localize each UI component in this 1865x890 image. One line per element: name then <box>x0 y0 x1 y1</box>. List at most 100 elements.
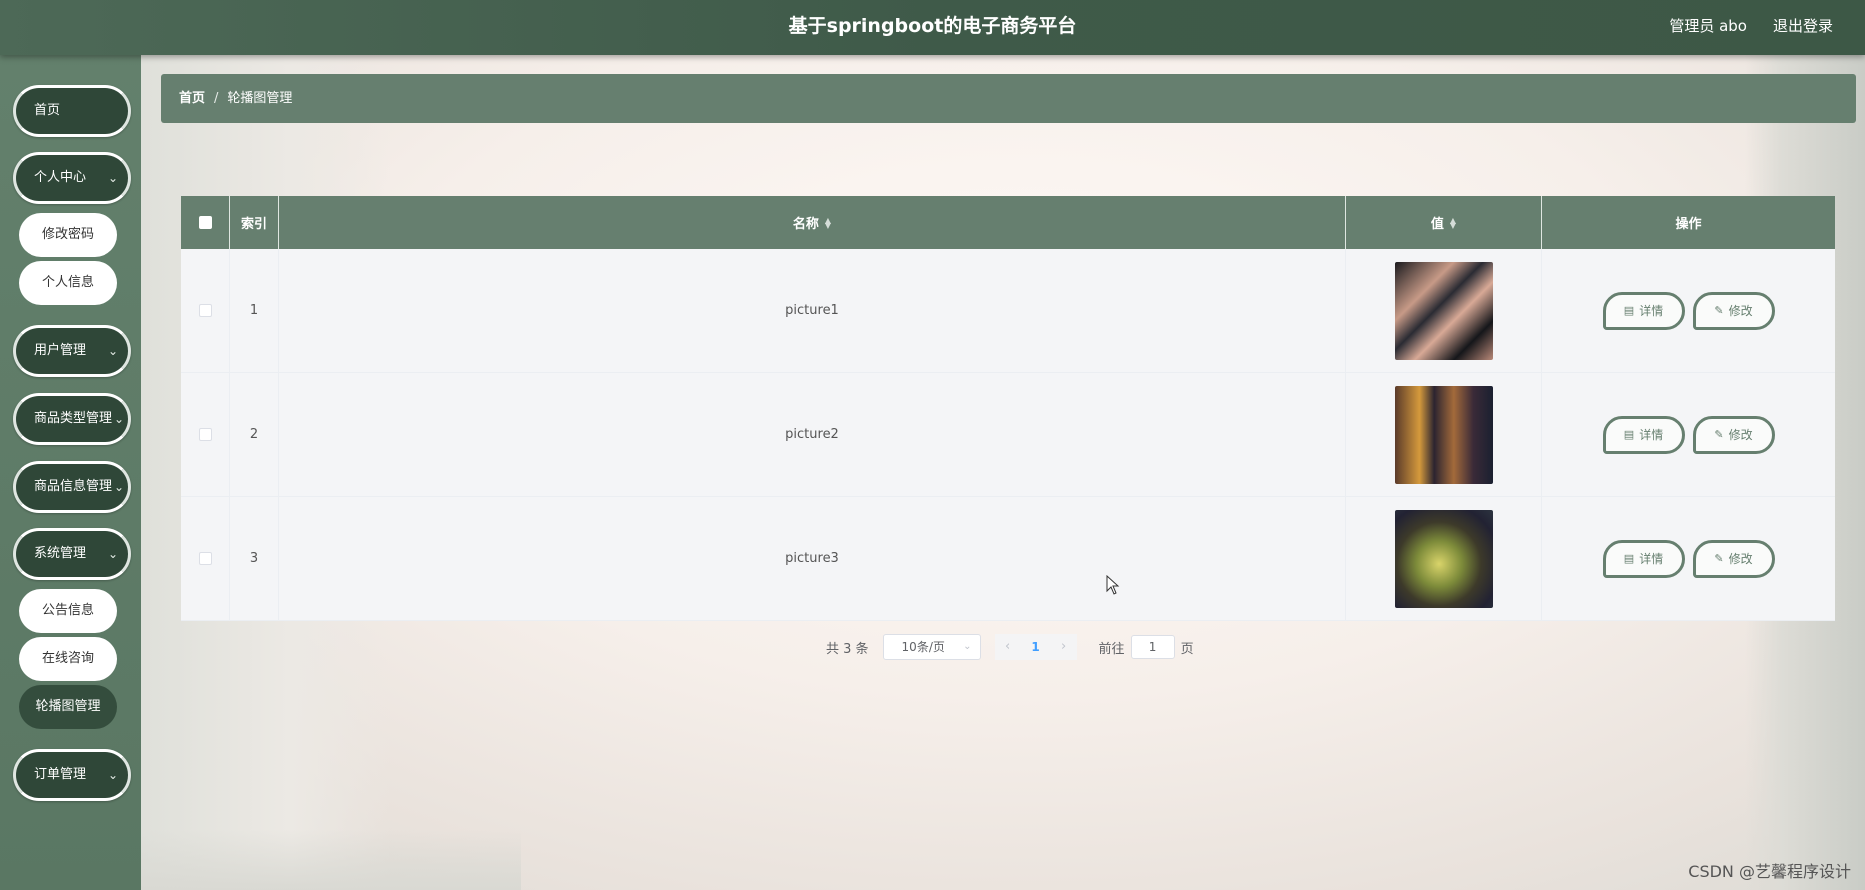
row-select[interactable] <box>181 373 230 496</box>
background-floor <box>141 830 521 890</box>
prev-page-button[interactable]: ‹ <box>994 634 1021 660</box>
sidebar-item-label: 修改密码 <box>41 227 94 242</box>
row-actions: ▤ 详情 ✎ 修改 <box>1542 373 1835 496</box>
carousel-image-thumbnail[interactable] <box>1394 261 1493 360</box>
edit-label: 修改 <box>1728 428 1753 442</box>
row-actions: ▤ 详情 ✎ 修改 <box>1542 497 1835 620</box>
detail-label: 详情 <box>1639 552 1664 566</box>
table-row: 3 picture3 ▤ 详情 ✎ 修改 <box>181 497 1835 621</box>
sidebar-item-label: 轮播图管理 <box>35 699 101 714</box>
edit-button[interactable]: ✎ 修改 <box>1692 415 1775 454</box>
chevron-right-icon: › <box>1060 639 1067 654</box>
top-header: 基于springboot的电子商务平台 管理员 abo 退出登录 <box>0 0 1865 55</box>
goto-page-input[interactable] <box>1130 635 1175 659</box>
goto-suffix: 页 <box>1180 641 1194 657</box>
app-title: 基于springboot的电子商务平台 <box>788 15 1077 37</box>
sidebar-subitem-online-consult[interactable]: 在线咨询 <box>19 637 117 681</box>
edit-button[interactable]: ✎ 修改 <box>1692 539 1775 578</box>
page-size-value: 10条/页 <box>901 640 945 654</box>
detail-button[interactable]: ▤ 详情 <box>1602 415 1685 454</box>
row-index: 3 <box>230 497 279 620</box>
column-header-label: 索引 <box>240 217 267 232</box>
header-index: 索引 <box>230 196 279 249</box>
row-select[interactable] <box>181 497 230 620</box>
row-actions: ▤ 详情 ✎ 修改 <box>1542 249 1835 372</box>
header-name[interactable]: 名称 ▲ ▼ <box>279 196 1346 249</box>
document-icon: ▤ <box>1623 552 1635 565</box>
edit-label: 修改 <box>1728 304 1753 318</box>
goto-prefix: 前往 <box>1098 641 1125 657</box>
column-header-label: 操作 <box>1675 217 1702 232</box>
header-actions: 操作 <box>1542 196 1835 249</box>
row-select[interactable] <box>181 249 230 372</box>
logout-button[interactable]: 退出登录 <box>1773 0 1833 52</box>
sidebar-subitem-announcements[interactable]: 公告信息 <box>19 589 117 633</box>
watermark: CSDN @艺馨程序设计 <box>1688 862 1851 881</box>
sidebar-subitem-carousel-management[interactable]: 轮播图管理 <box>19 685 117 729</box>
column-header-label: 名称 <box>792 217 819 232</box>
edit-button[interactable]: ✎ 修改 <box>1692 291 1775 330</box>
detail-label: 详情 <box>1639 304 1664 318</box>
admin-user-label: 管理员 abo <box>1669 17 1747 35</box>
sidebar: 首页 个人中心 ⌄ 修改密码 个人信息 用户管理 ⌄ 商品类型管理 ⌄ 商品信息… <box>0 55 141 890</box>
row-name: picture2 <box>279 373 1346 496</box>
row-name: picture1 <box>279 249 1346 372</box>
row-checkbox[interactable] <box>198 428 212 441</box>
chevron-down-icon: ⌄ <box>963 641 972 652</box>
breadcrumb-current: 轮播图管理 <box>227 91 293 106</box>
document-icon: ▤ <box>1623 428 1635 441</box>
select-all-checkbox[interactable] <box>198 216 212 229</box>
sort-icon[interactable]: ▲ ▼ <box>825 216 831 229</box>
pencil-icon: ✎ <box>1714 552 1724 565</box>
sidebar-item-system-management[interactable]: 系统管理 ⌄ <box>13 528 131 580</box>
row-index: 2 <box>230 373 279 496</box>
sidebar-item-product-info-management[interactable]: 商品信息管理 ⌄ <box>13 461 131 513</box>
header-select-all[interactable] <box>181 196 230 249</box>
sidebar-subitem-change-password[interactable]: 修改密码 <box>19 213 117 257</box>
sidebar-item-label: 首页 <box>34 103 61 118</box>
detail-label: 详情 <box>1639 428 1664 442</box>
chevron-down-icon: ⌄ <box>113 480 124 494</box>
row-name: picture3 <box>279 497 1346 620</box>
pagination-total: 共 3 条 <box>826 641 869 657</box>
header-value[interactable]: 值 ▲ ▼ <box>1346 196 1542 249</box>
table-header: 索引 名称 ▲ ▼ 值 ▲ ▼ 操作 <box>181 196 1835 249</box>
row-value <box>1346 373 1542 496</box>
carousel-image-thumbnail[interactable] <box>1394 509 1493 608</box>
page-size-select[interactable]: 10条/页 ⌄ <box>882 634 981 660</box>
page-number-current[interactable]: 1 <box>1020 634 1051 660</box>
column-header-label: 值 <box>1430 217 1444 232</box>
sidebar-item-product-type-management[interactable]: 商品类型管理 ⌄ <box>13 393 131 445</box>
detail-button[interactable]: ▤ 详情 <box>1602 539 1685 578</box>
detail-button[interactable]: ▤ 详情 <box>1602 291 1685 330</box>
row-checkbox[interactable] <box>198 304 212 317</box>
carousel-image-thumbnail[interactable] <box>1394 385 1493 484</box>
edit-label: 修改 <box>1728 552 1753 566</box>
sidebar-item-label: 系统管理 <box>34 546 87 561</box>
chevron-down-icon: ⌄ <box>107 768 118 782</box>
breadcrumb-separator: / <box>214 91 219 106</box>
carousel-table: 索引 名称 ▲ ▼ 值 ▲ ▼ 操作 1 picture1 ▤ 详情 ✎ 修改 2 pict… <box>181 196 1835 621</box>
pagination: 共 3 条 10条/页 ⌄ ‹ 1 › 前往 页 <box>826 633 1194 661</box>
pencil-icon: ✎ <box>1714 428 1724 441</box>
sidebar-item-label: 商品信息管理 <box>34 479 113 494</box>
sidebar-item-home[interactable]: 首页 <box>13 85 131 137</box>
chevron-down-icon: ⌄ <box>107 344 118 358</box>
row-value <box>1346 497 1542 620</box>
chevron-left-icon: ‹ <box>1004 639 1011 654</box>
sidebar-item-user-management[interactable]: 用户管理 ⌄ <box>13 325 131 377</box>
sort-icon[interactable]: ▲ ▼ <box>1450 216 1456 229</box>
breadcrumb: 首页 / 轮播图管理 <box>161 74 1856 123</box>
sidebar-item-label: 个人中心 <box>34 170 87 185</box>
breadcrumb-home[interactable]: 首页 <box>179 91 205 106</box>
chevron-down-icon: ⌄ <box>113 412 124 426</box>
sidebar-item-personal-center[interactable]: 个人中心 ⌄ <box>13 152 131 204</box>
sidebar-subitem-personal-info[interactable]: 个人信息 <box>19 261 117 305</box>
table-row: 1 picture1 ▤ 详情 ✎ 修改 <box>181 249 1835 373</box>
next-page-button[interactable]: › <box>1050 634 1077 660</box>
table-row: 2 picture2 ▤ 详情 ✎ 修改 <box>181 373 1835 497</box>
row-value <box>1346 249 1542 372</box>
pencil-icon: ✎ <box>1714 304 1724 317</box>
sidebar-item-order-management[interactable]: 订单管理 ⌄ <box>13 749 131 801</box>
row-checkbox[interactable] <box>198 552 212 565</box>
